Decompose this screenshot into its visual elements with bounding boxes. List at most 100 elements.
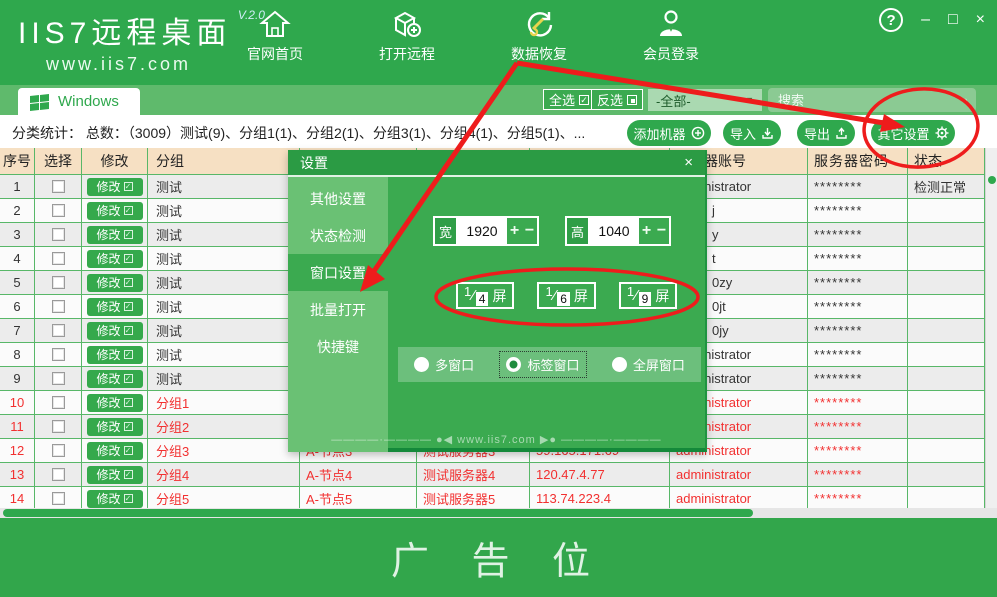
cell-modify: 修改✓ xyxy=(82,223,148,247)
group-filter-dropdown[interactable]: -全部- ▼ xyxy=(648,89,762,111)
cell-seq: 13 xyxy=(0,463,35,487)
help-icon[interactable]: ? xyxy=(879,8,903,32)
row-checkbox[interactable] xyxy=(52,420,65,433)
settings-tab-快捷键[interactable]: 快捷键 xyxy=(288,328,388,365)
size-steppers: 宽 + − 高 + − xyxy=(433,216,671,246)
width-decrease-button[interactable]: − xyxy=(522,218,537,244)
vertical-scrollbar[interactable] xyxy=(985,148,997,511)
horizontal-scrollbar-thumb[interactable] xyxy=(3,509,753,517)
screen-fraction-button-6[interactable]: 1⁄6屏 xyxy=(537,282,595,309)
height-increase-button[interactable]: + xyxy=(639,218,654,244)
modify-button[interactable]: 修改✓ xyxy=(87,442,143,460)
width-increase-button[interactable]: + xyxy=(507,218,522,244)
ad-banner: 广 告 位 xyxy=(0,518,997,597)
invert-select-button[interactable]: 反选 xyxy=(591,89,643,110)
cell-status xyxy=(908,439,985,463)
header-group: 分组 xyxy=(148,148,300,175)
nav-item-2[interactable]: 打开远程 xyxy=(362,8,452,64)
row-checkbox[interactable] xyxy=(52,396,65,409)
modify-button[interactable]: 修改✓ xyxy=(87,274,143,292)
height-decrease-button[interactable]: − xyxy=(654,218,669,244)
add-machine-button[interactable]: 添加机器 xyxy=(627,120,711,146)
nav-item-4[interactable]: 会员登录 xyxy=(626,8,716,64)
settings-dialog-close-icon[interactable]: × xyxy=(684,154,693,171)
check-icon: ✓ xyxy=(124,494,133,503)
row-checkbox[interactable] xyxy=(52,372,65,385)
row-checkbox[interactable] xyxy=(52,276,65,289)
fraction-suffix: 屏 xyxy=(574,286,588,306)
modify-button[interactable]: 修改✓ xyxy=(87,202,143,220)
window-mode-options: 多窗口标签窗口全屏窗口 xyxy=(398,347,701,382)
maximize-button[interactable]: □ xyxy=(948,8,958,32)
horizontal-scrollbar[interactable] xyxy=(0,508,997,518)
cell-select xyxy=(35,271,82,295)
cell-group: 分组2 xyxy=(148,415,300,439)
search-box xyxy=(768,88,976,112)
modify-button[interactable]: 修改✓ xyxy=(87,298,143,316)
row-checkbox[interactable] xyxy=(52,180,65,193)
modify-button[interactable]: 修改✓ xyxy=(87,178,143,196)
modify-button[interactable]: 修改✓ xyxy=(87,466,143,484)
window-controls: ? – □ × xyxy=(879,8,985,32)
row-checkbox[interactable] xyxy=(52,468,65,481)
minimize-button[interactable]: – xyxy=(921,8,930,32)
row-checkbox[interactable] xyxy=(52,444,65,457)
width-input[interactable] xyxy=(457,218,507,244)
modify-button[interactable]: 修改✓ xyxy=(87,490,143,508)
screen-fraction-button-9[interactable]: 1⁄9屏 xyxy=(619,282,677,309)
window-mode-标签窗口[interactable]: 标签窗口 xyxy=(500,352,585,377)
settings-tab-其他设置[interactable]: 其他设置 xyxy=(288,180,388,217)
modify-button[interactable]: 修改✓ xyxy=(87,322,143,340)
close-button[interactable]: × xyxy=(976,8,985,32)
row-checkbox[interactable] xyxy=(52,300,65,313)
import-icon xyxy=(761,127,774,140)
row-checkbox[interactable] xyxy=(52,204,65,217)
select-all-button[interactable]: 全选 ✓ xyxy=(543,89,595,110)
cell-select xyxy=(35,343,82,367)
settings-tab-批量打开[interactable]: 批量打开 xyxy=(288,291,388,328)
import-button[interactable]: 导入 xyxy=(723,120,781,146)
modify-button[interactable]: 修改✓ xyxy=(87,346,143,364)
row-checkbox[interactable] xyxy=(52,348,65,361)
other-settings-button[interactable]: 其它设置 xyxy=(871,120,955,146)
settings-tab-窗口设置[interactable]: 窗口设置 xyxy=(288,254,388,291)
row-checkbox[interactable] xyxy=(52,324,65,337)
nav-item-label: 官网首页 xyxy=(247,44,303,64)
modify-button[interactable]: 修改✓ xyxy=(87,418,143,436)
header-password: 服务器密码 xyxy=(808,148,908,175)
export-button[interactable]: 导出 xyxy=(797,120,855,146)
data-recovery-icon xyxy=(522,8,556,40)
logo-title: IIS7远程桌面 xyxy=(18,17,231,50)
nav-item-label: 打开远程 xyxy=(379,44,435,64)
search-input[interactable] xyxy=(768,93,964,108)
row-checkbox[interactable] xyxy=(52,492,65,505)
nav-item-3[interactable]: 数据恢复 xyxy=(494,8,584,64)
tab-windows[interactable]: Windows xyxy=(18,88,140,115)
other-settings-label: 其它设置 xyxy=(877,124,929,143)
member-login-icon xyxy=(654,8,688,40)
modify-button[interactable]: 修改✓ xyxy=(87,226,143,244)
window-mode-多窗口[interactable]: 多窗口 xyxy=(408,352,480,377)
nav-item-1[interactable]: 官网首页 xyxy=(230,8,320,64)
fraction-denominator: 9 xyxy=(639,292,652,306)
vertical-scroll-indicator[interactable] xyxy=(988,176,996,184)
window-mode-全屏窗口[interactable]: 全屏窗口 xyxy=(606,352,691,377)
cell-seq: 6 xyxy=(0,295,35,319)
height-input[interactable] xyxy=(589,218,639,244)
height-label: 高 xyxy=(567,218,589,244)
modify-button[interactable]: 修改✓ xyxy=(87,370,143,388)
cell-group: 测试 xyxy=(148,223,300,247)
cell-status xyxy=(908,247,985,271)
row-checkbox[interactable] xyxy=(52,228,65,241)
fraction-slash: ⁄ xyxy=(554,287,557,304)
modify-button[interactable]: 修改✓ xyxy=(87,250,143,268)
cell-modify: 修改✓ xyxy=(82,415,148,439)
settings-tab-状态检测[interactable]: 状态检测 xyxy=(288,217,388,254)
cell-password: ******** xyxy=(808,463,908,487)
cell-account: administrator xyxy=(670,463,808,487)
row-checkbox[interactable] xyxy=(52,252,65,265)
modify-button[interactable]: 修改✓ xyxy=(87,394,143,412)
screen-fraction-button-4[interactable]: 1⁄4屏 xyxy=(456,282,514,309)
header-modify: 修改 xyxy=(82,148,148,175)
search-icon[interactable] xyxy=(964,93,968,108)
